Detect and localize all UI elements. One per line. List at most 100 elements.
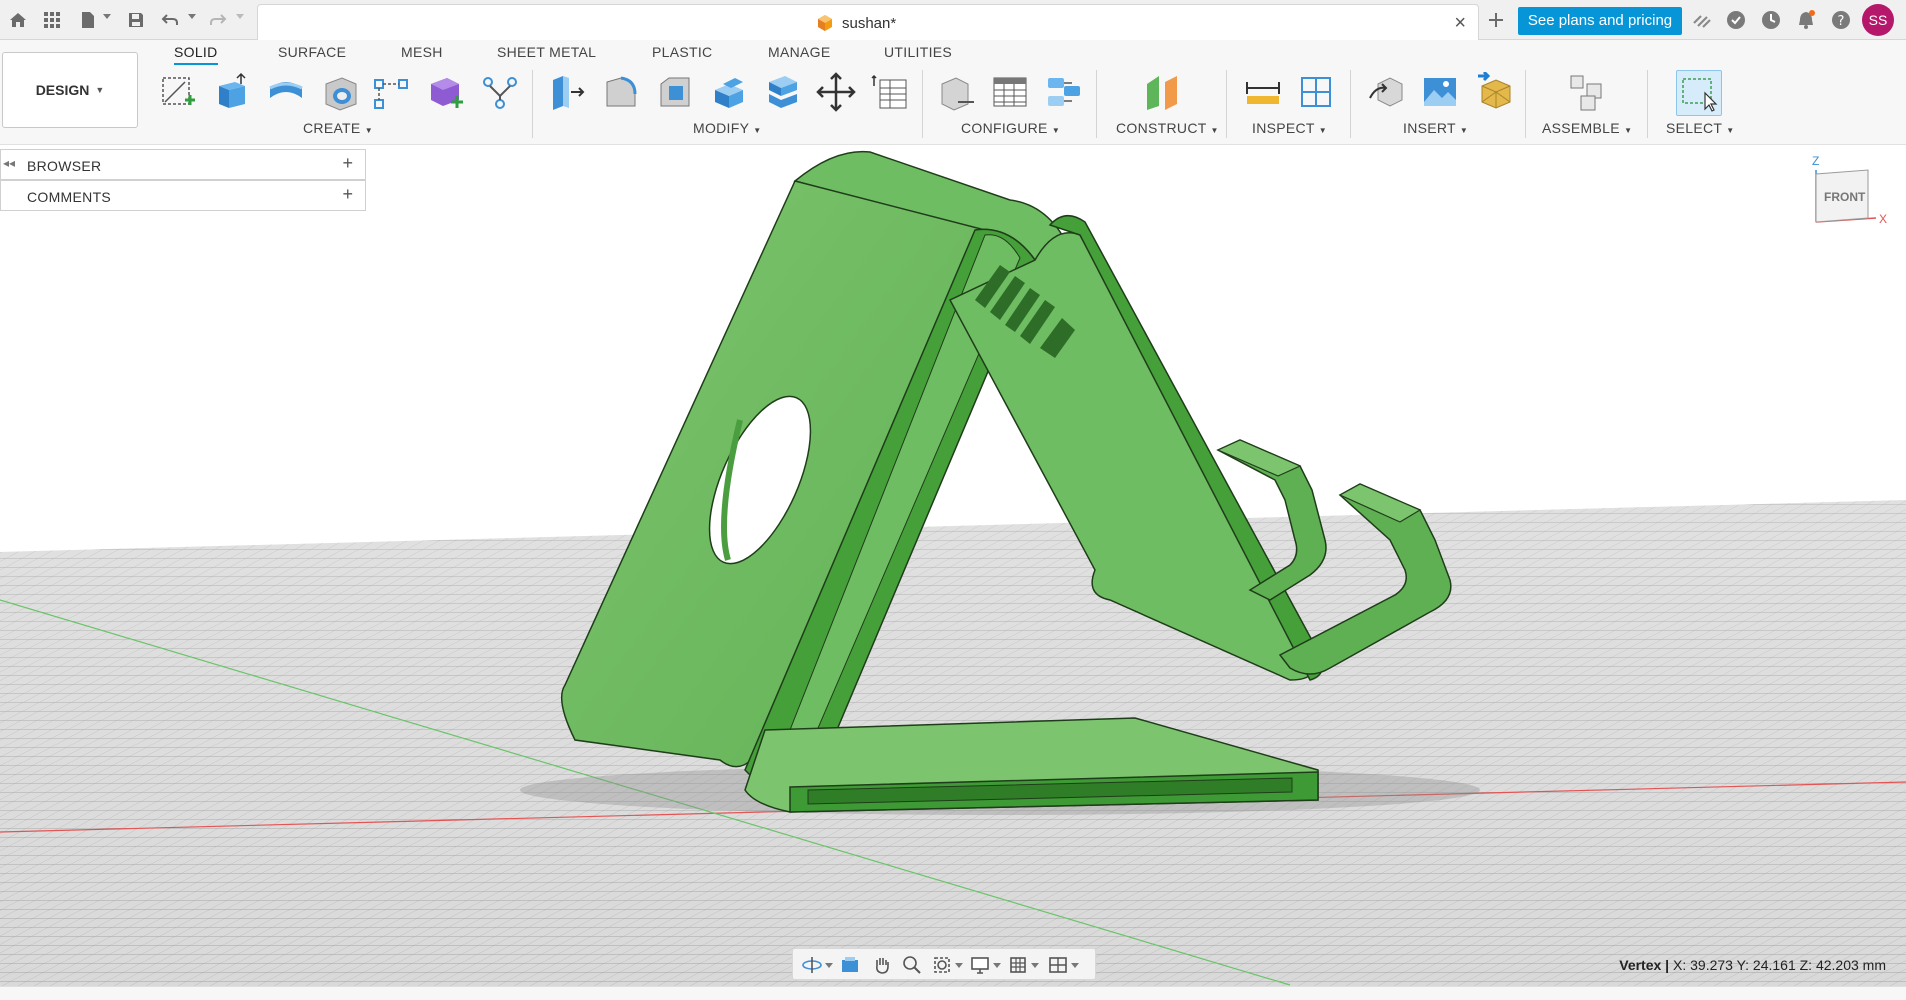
derive-tool[interactable] xyxy=(423,70,467,114)
document-tab[interactable]: sushan* × xyxy=(257,4,1479,40)
viewcube[interactable]: Z X FRONT xyxy=(1806,154,1888,240)
close-tab-icon[interactable]: × xyxy=(1454,12,1466,35)
see-plans-button[interactable]: See plans and pricing xyxy=(1518,7,1682,35)
navigation-toolbar xyxy=(792,948,1096,980)
notifications-bell-icon[interactable] xyxy=(1794,8,1818,32)
new-component-tool[interactable] xyxy=(1565,70,1609,114)
file-menu-caret-icon[interactable] xyxy=(103,14,111,19)
grid-snaps-caret-icon[interactable] xyxy=(1031,963,1039,968)
insert-label-text: INSERT xyxy=(1403,120,1456,136)
browser-expand-plus-icon[interactable]: + xyxy=(342,153,353,174)
select-caret-icon: ▼ xyxy=(1726,126,1735,135)
create-form-tool[interactable] xyxy=(369,70,413,114)
fillet-tool[interactable] xyxy=(599,70,643,114)
inspect-group-label[interactable]: INSPECT ▼ xyxy=(1252,120,1327,136)
tab-plastic[interactable]: PLASTIC xyxy=(652,44,712,60)
file-menu-icon[interactable] xyxy=(76,8,100,32)
change-parameters-tool[interactable] xyxy=(868,70,912,114)
orbit-caret-icon[interactable] xyxy=(825,963,833,968)
help-icon[interactable]: ? xyxy=(1829,8,1853,32)
history-clock-icon[interactable] xyxy=(1759,8,1783,32)
tab-mesh[interactable]: MESH xyxy=(401,44,443,60)
tab-manage[interactable]: MANAGE xyxy=(768,44,830,60)
move-copy-tool[interactable] xyxy=(814,70,858,114)
viewcube-x-label: X xyxy=(1879,212,1888,226)
press-pull-tool[interactable] xyxy=(545,70,589,114)
configuration-table-tool[interactable] xyxy=(988,70,1032,114)
home-icon[interactable] xyxy=(6,8,30,32)
configure-tool[interactable] xyxy=(934,70,978,114)
canvas-viewport[interactable]: Z X FRONT xyxy=(0,145,1906,1000)
tab-surface[interactable]: SURFACE xyxy=(278,44,346,60)
look-at-icon[interactable] xyxy=(837,953,863,977)
collapse-panel-icon[interactable]: ◂◂ xyxy=(3,156,15,170)
model-canvas[interactable] xyxy=(0,145,1906,1000)
redo-caret-icon[interactable] xyxy=(236,14,244,19)
offset-plane-tool[interactable] xyxy=(1141,70,1185,114)
construct-label-text: CONSTRUCT xyxy=(1116,120,1207,136)
tab-solid[interactable]: SOLID xyxy=(174,44,218,65)
insert-mesh-tool[interactable] xyxy=(1472,70,1516,114)
redo-icon[interactable] xyxy=(206,8,230,32)
browser-panel[interactable]: ◂◂ BROWSER + xyxy=(0,149,366,180)
pattern-tool[interactable] xyxy=(478,70,522,114)
select-group-label[interactable]: SELECT ▼ xyxy=(1666,120,1734,136)
viewcube-front-face[interactable]: FRONT xyxy=(1824,190,1865,204)
inspect-label-text: INSPECT xyxy=(1252,120,1315,136)
save-icon[interactable] xyxy=(124,8,148,32)
create-group-label[interactable]: CREATE ▼ xyxy=(303,120,373,136)
toolbar-ribbon: DESIGN ▼ SOLID SURFACE MESH SHEET METAL … xyxy=(0,40,1906,145)
job-status-icon[interactable] xyxy=(1724,8,1748,32)
select-tool[interactable] xyxy=(1676,70,1722,116)
display-settings-caret-icon[interactable] xyxy=(993,963,1001,968)
comments-expand-plus-icon[interactable]: + xyxy=(342,184,353,205)
ribbon-divider xyxy=(1350,70,1351,138)
configure-rules-tool[interactable] xyxy=(1042,70,1086,114)
grid-snaps-icon[interactable] xyxy=(1005,953,1031,977)
user-avatar[interactable]: SS xyxy=(1862,4,1894,36)
extrude-tool[interactable] xyxy=(209,70,253,114)
shell-tool[interactable] xyxy=(707,70,751,114)
data-panel-grid-icon[interactable] xyxy=(40,8,64,32)
fit-view-caret-icon[interactable] xyxy=(955,963,963,968)
create-sketch-tool[interactable] xyxy=(155,70,199,114)
section-analysis-tool[interactable] xyxy=(1294,70,1338,114)
extensions-icon[interactable] xyxy=(1690,8,1714,32)
construct-group-label[interactable]: CONSTRUCT ▼ xyxy=(1116,120,1219,136)
pan-hand-icon[interactable] xyxy=(869,953,895,977)
modify-group-label[interactable]: MODIFY ▼ xyxy=(693,120,761,136)
hole-tool[interactable] xyxy=(318,70,362,114)
new-tab-plus-icon[interactable] xyxy=(1484,8,1508,32)
comments-panel[interactable]: COMMENTS + xyxy=(0,180,366,211)
orbit-icon[interactable] xyxy=(799,953,825,977)
insert-derive-tool[interactable] xyxy=(1364,70,1408,114)
tab-utilities[interactable]: UTILITIES xyxy=(884,44,952,60)
combine-tool[interactable] xyxy=(761,70,805,114)
zoom-icon[interactable] xyxy=(899,953,925,977)
select-label-text: SELECT xyxy=(1666,120,1723,136)
tab-sheet-metal[interactable]: SHEET METAL xyxy=(497,44,596,60)
configure-caret-icon: ▼ xyxy=(1051,126,1061,135)
viewports-caret-icon[interactable] xyxy=(1071,963,1079,968)
fit-view-icon[interactable] xyxy=(929,953,955,977)
undo-caret-icon[interactable] xyxy=(188,14,196,19)
undo-icon[interactable] xyxy=(158,8,182,32)
chamfer-tool[interactable] xyxy=(653,70,697,114)
vertex-coordinate-readout: Vertex | X: 39.273 Y: 24.161 Z: 42.203 m… xyxy=(1619,957,1886,973)
display-settings-icon[interactable] xyxy=(967,953,993,977)
selection-type-label: Vertex xyxy=(1619,957,1662,973)
bottom-timeline-strip xyxy=(0,986,1906,1000)
viewports-icon[interactable] xyxy=(1045,953,1071,977)
configure-group-label[interactable]: CONFIGURE ▼ xyxy=(961,120,1060,136)
assemble-group-label[interactable]: ASSEMBLE ▼ xyxy=(1542,120,1632,136)
ribbon-divider xyxy=(532,70,533,138)
insert-group-label[interactable]: INSERT ▼ xyxy=(1403,120,1468,136)
measure-tool[interactable] xyxy=(1241,70,1285,114)
comments-title: COMMENTS xyxy=(27,189,112,205)
viewcube-z-label: Z xyxy=(1812,154,1820,168)
workspace-switcher[interactable]: DESIGN ▼ xyxy=(2,52,138,128)
revolve-tool[interactable] xyxy=(264,70,308,114)
ribbon-divider xyxy=(922,70,923,138)
inspect-caret-icon: ▼ xyxy=(1318,126,1327,135)
insert-canvas-tool[interactable] xyxy=(1418,70,1462,114)
